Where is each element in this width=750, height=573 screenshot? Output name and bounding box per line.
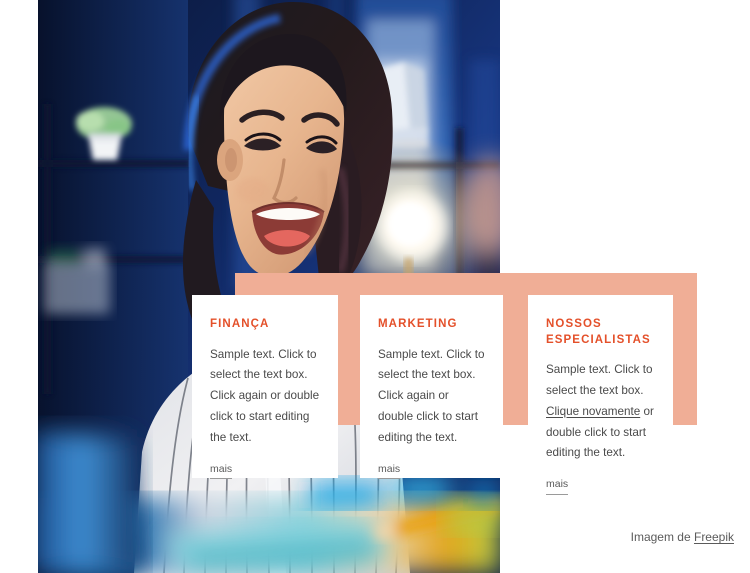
card-more-link[interactable]: mais	[210, 463, 233, 480]
card-title: MARKETING	[378, 318, 458, 330]
card-more-link[interactable]: mais	[378, 463, 401, 480]
card-body-text: Sample text. Click to select the text bo…	[210, 347, 320, 444]
image-credit-prefix: Imagem de	[630, 530, 694, 544]
card-title: NOSSOS ESPECIALISTAS	[546, 318, 651, 346]
card-inline-link[interactable]: Clique novamente	[546, 405, 640, 418]
freepik-link[interactable]: Freepik	[694, 530, 734, 544]
card-title: FINANÇA	[210, 318, 270, 330]
feature-card-marketing[interactable]: MARKETING Sample text. Click to select t…	[360, 295, 503, 480]
feature-card-nossos-especialistas[interactable]: NOSSOS ESPECIALISTAS Sample text. Click …	[528, 295, 673, 495]
image-credit: Imagem de Freepik	[631, 530, 734, 544]
card-body-text-before-link: Sample text. Click to select the text bo…	[546, 363, 653, 397]
card-body: Sample text. Click to select the text bo…	[210, 345, 320, 449]
card-body: Sample text. Click to select the text bo…	[378, 345, 485, 449]
card-body: Sample text. Click to select the text bo…	[546, 360, 655, 464]
card-body-text: Sample text. Click to select the text bo…	[378, 347, 485, 444]
feature-card-financa[interactable]: FINANÇA Sample text. Click to select the…	[192, 295, 338, 480]
page-canvas: FINANÇA Sample text. Click to select the…	[0, 0, 750, 573]
card-more-link[interactable]: mais	[546, 478, 569, 495]
